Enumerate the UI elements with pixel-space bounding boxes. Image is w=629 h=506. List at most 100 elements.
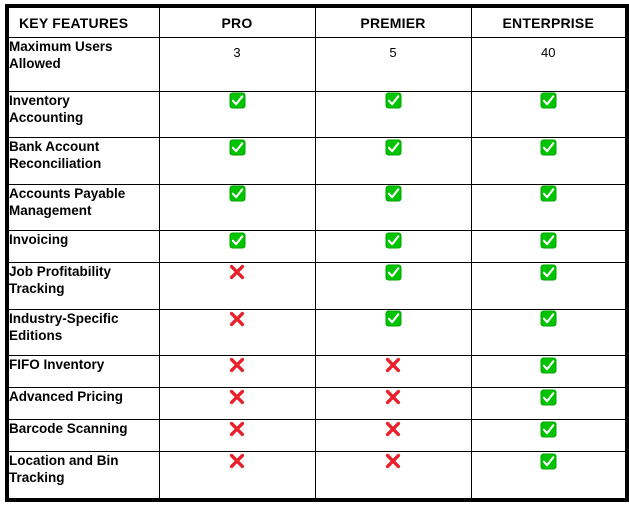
table-row: Invoicing: [6, 230, 628, 264]
table-row: Industry-Specific Editions: [6, 308, 628, 357]
cell-pro: 3: [158, 37, 316, 92]
cell-pro: [158, 419, 316, 453]
red-cross-icon: [228, 388, 246, 406]
feature-name-line: Accounts Payable: [9, 185, 126, 201]
column-header-premier: PREMIER: [314, 5, 472, 38]
green-check-icon: [385, 264, 402, 281]
column-header-enterprise: ENTERPRISE: [470, 5, 628, 38]
red-cross-icon: [384, 452, 402, 470]
cell-pro: [158, 308, 316, 357]
cell-enterprise: [470, 262, 628, 310]
table-row: FIFO Inventory: [6, 355, 628, 389]
green-check-icon: [229, 185, 246, 202]
column-header-key-features: KEY FEATURES: [6, 5, 160, 38]
green-check-icon: [540, 264, 557, 281]
feature-name-line: Allowed: [9, 56, 61, 71]
feature-name-line: Inventory: [9, 92, 70, 108]
table-row: Barcode Scanning: [6, 419, 628, 453]
feature-name-cell: Advanced Pricing: [6, 387, 160, 421]
red-cross-icon: [228, 310, 246, 328]
cell-premier: 5: [314, 37, 472, 92]
green-check-icon: [385, 139, 402, 156]
feature-name-line: Job Profitability: [9, 264, 112, 280]
cell-premier: [314, 183, 472, 232]
cell-enterprise: [470, 308, 628, 357]
cell-enterprise: [470, 387, 628, 421]
cell-pro: [158, 262, 316, 310]
feature-name-cell: Location and Bin Tracking: [6, 451, 160, 501]
green-check-icon: [229, 232, 246, 249]
feature-name-cell: Bank Account Reconciliation: [6, 137, 160, 185]
feature-name-line: Barcode Scanning: [9, 421, 128, 437]
table-row: Accounts Payable Management: [6, 183, 628, 232]
feature-name-cell: Barcode Scanning: [6, 419, 160, 453]
feature-name-cell: Invoicing: [6, 230, 160, 264]
green-check-icon: [385, 185, 402, 202]
green-check-icon: [229, 92, 246, 109]
table-header-row: KEY FEATURES PRO PREMIER ENTERPRISE: [6, 5, 628, 38]
cell-enterprise: 40: [470, 37, 628, 92]
cell-enterprise: [470, 90, 628, 139]
table-header: KEY FEATURES PRO PREMIER ENTERPRISE: [6, 5, 628, 38]
feature-name-line: Accounting: [9, 109, 84, 125]
red-cross-icon: [228, 420, 246, 438]
red-cross-icon: [228, 356, 246, 374]
table-row: Bank Account Reconciliation: [6, 137, 628, 185]
green-check-icon: [540, 389, 557, 406]
feature-name-cell: Maximum Users Allowed: [6, 37, 160, 92]
feature-name-line: Invoicing: [9, 232, 69, 248]
cell-pro: [158, 137, 316, 185]
feature-name-cell: Industry-Specific Editions: [6, 308, 160, 357]
cell-pro: [158, 183, 316, 232]
cell-premier: [314, 137, 472, 185]
cell-enterprise: [470, 183, 628, 232]
plan-feature-comparison-table: KEY FEATURES PRO PREMIER ENTERPRISE Maxi…: [5, 4, 629, 502]
feature-name-cell: Inventory Accounting: [6, 90, 160, 139]
feature-name-line: FIFO Inventory: [9, 357, 105, 373]
green-check-icon: [229, 139, 246, 156]
table-row: Job Profitability Tracking: [6, 262, 628, 310]
feature-name-line: Management: [9, 202, 92, 218]
cell-pro: [158, 90, 316, 139]
table-row: Maximum Users Allowed 3 5 40: [6, 37, 628, 92]
red-cross-icon: [384, 420, 402, 438]
green-check-icon: [540, 453, 557, 470]
green-check-icon: [540, 139, 557, 156]
cell-premier: [314, 355, 472, 389]
table-row: Location and Bin Tracking: [6, 451, 628, 501]
table-body: Maximum Users Allowed 3 5 40 Inventory Account…: [6, 37, 628, 501]
column-header-pro: PRO: [158, 5, 316, 38]
green-check-icon: [540, 232, 557, 249]
cell-pro: [158, 355, 316, 389]
cell-premier: [314, 262, 472, 310]
cell-enterprise: [470, 355, 628, 389]
red-cross-icon: [228, 263, 246, 281]
cell-pro: [158, 230, 316, 264]
table-row: Advanced Pricing: [6, 387, 628, 421]
cell-pro: [158, 451, 316, 501]
feature-name-line: Bank Account: [9, 139, 100, 155]
feature-name-line: Reconciliation: [9, 156, 102, 172]
feature-name-cell: Job Profitability Tracking: [6, 262, 160, 310]
cell-premier: [314, 451, 472, 501]
green-check-icon: [540, 310, 557, 327]
green-check-icon: [385, 232, 402, 249]
cell-enterprise: [470, 419, 628, 453]
cell-premier: [314, 308, 472, 357]
feature-name-line: Editions: [9, 327, 63, 343]
cell-premier: [314, 419, 472, 453]
cell-enterprise: [470, 451, 628, 501]
feature-name-line: Advanced Pricing: [9, 389, 124, 405]
green-check-icon: [540, 92, 557, 109]
feature-name-line: Industry-Specific: [9, 310, 119, 326]
feature-name-line: Location and Bin: [9, 453, 119, 469]
green-check-icon: [540, 185, 557, 202]
cell-enterprise: [470, 137, 628, 185]
feature-name-cell: Accounts Payable Management: [6, 183, 160, 232]
green-check-icon: [385, 310, 402, 327]
cell-premier: [314, 387, 472, 421]
red-cross-icon: [228, 452, 246, 470]
green-check-icon: [540, 421, 557, 438]
feature-name-line: Tracking: [9, 470, 65, 486]
cell-enterprise: [470, 230, 628, 264]
